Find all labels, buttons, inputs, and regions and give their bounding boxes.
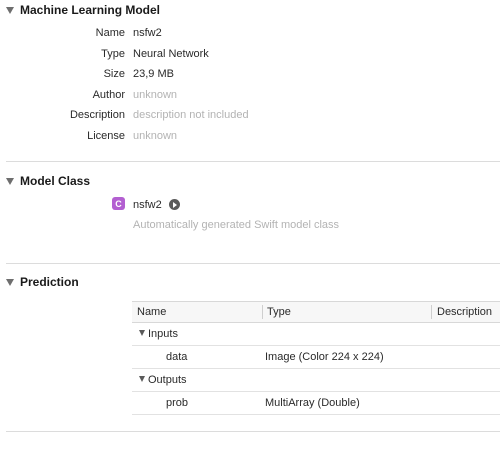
- section-divider: [6, 263, 500, 264]
- table-row[interactable]: data Image (Color 224 x 224): [132, 346, 500, 369]
- disclosure-triangle-icon[interactable]: [139, 376, 145, 382]
- column-header-description[interactable]: Description: [437, 306, 492, 318]
- info-row: Description description not included: [0, 107, 500, 125]
- table-header: Name Type Description: [132, 301, 500, 323]
- table-group-row[interactable]: Inputs: [132, 323, 500, 346]
- prediction-table: Name Type Description Inputs data Image (C…: [132, 301, 500, 415]
- column-header-name[interactable]: Name: [137, 306, 166, 318]
- info-row-label: Description: [69, 109, 125, 121]
- feature-name-cell: data: [166, 351, 188, 363]
- model-class-description: Automatically generated Swift model clas…: [133, 219, 340, 231]
- feature-name-cell: prob: [166, 397, 189, 409]
- table-row[interactable]: prob MultiArray (Double): [132, 392, 500, 415]
- group-cell: Inputs: [139, 328, 178, 340]
- section-divider: [6, 161, 500, 162]
- group-cell: Outputs: [139, 374, 187, 386]
- section-header-model-class[interactable]: Model Class: [0, 171, 90, 191]
- info-row-value: description not included: [133, 109, 249, 121]
- feature-type-cell: Image (Color 224 x 224): [265, 351, 384, 363]
- info-row-label: Size: [103, 68, 125, 80]
- table-group-row[interactable]: Outputs: [132, 369, 500, 392]
- info-row: Author unknown: [0, 87, 500, 105]
- column-separator[interactable]: [262, 305, 263, 319]
- info-row-value: Neural Network: [133, 48, 209, 60]
- disclosure-triangle-icon[interactable]: [0, 6, 20, 14]
- info-row: Name nsfw2: [0, 25, 500, 43]
- info-row-label: License: [87, 130, 125, 142]
- column-separator[interactable]: [431, 305, 432, 319]
- section-title-prediction: Prediction: [20, 275, 79, 289]
- info-row: Size 23,9 MB: [0, 66, 500, 84]
- info-row-label: Name: [95, 27, 125, 39]
- info-row-value: 23,9 MB: [133, 68, 174, 80]
- section-header-prediction[interactable]: Prediction: [0, 272, 79, 292]
- info-row-value: unknown: [133, 130, 178, 142]
- section-header-model[interactable]: Machine Learning Model: [0, 0, 160, 20]
- section-title-model: Machine Learning Model: [20, 3, 161, 17]
- group-label: Outputs: [148, 374, 187, 386]
- model-class-name: nsfw2: [133, 199, 162, 211]
- column-header-type[interactable]: Type: [267, 306, 291, 318]
- swift-class-icon: C: [112, 197, 125, 210]
- go-to-definition-arrow-icon[interactable]: [169, 199, 180, 210]
- info-row-value: unknown: [133, 89, 178, 101]
- info-row-label: Type: [101, 48, 125, 60]
- info-row: License unknown: [0, 128, 500, 146]
- info-row-label: Author: [92, 89, 125, 101]
- disclosure-triangle-icon[interactable]: [139, 330, 145, 336]
- disclosure-triangle-icon[interactable]: [0, 278, 20, 286]
- info-row: Type Neural Network: [0, 46, 500, 64]
- section-divider: [6, 431, 500, 432]
- section-title-model-class: Model Class: [20, 174, 91, 188]
- feature-type-cell: MultiArray (Double): [265, 397, 360, 409]
- group-label: Inputs: [148, 328, 178, 340]
- disclosure-triangle-icon[interactable]: [0, 177, 20, 185]
- info-row-value: nsfw2: [133, 27, 162, 39]
